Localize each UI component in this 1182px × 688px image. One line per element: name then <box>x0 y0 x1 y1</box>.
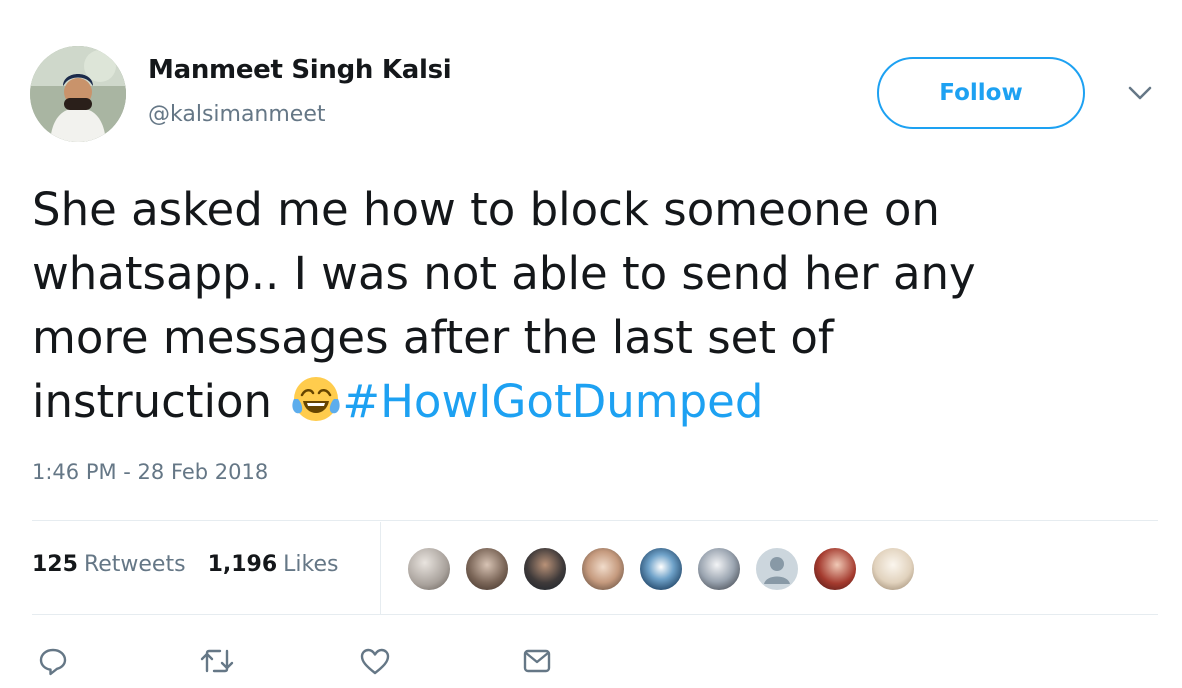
liker-avatar[interactable] <box>638 546 684 592</box>
divider <box>32 614 1158 615</box>
user-avatar[interactable] <box>30 46 126 142</box>
hashtag-link[interactable]: #HowIGotDumped <box>342 375 763 428</box>
default-avatar-icon <box>764 557 790 584</box>
liker-avatar[interactable] <box>812 546 858 592</box>
user-display-name[interactable]: Manmeet Singh Kalsi <box>148 55 452 85</box>
retweet-icon <box>200 649 234 673</box>
tweet-text-line: more messages after the last set of <box>32 311 834 364</box>
liker-avatar[interactable] <box>406 546 452 592</box>
liker-avatar[interactable] <box>464 546 510 592</box>
tweet-text-line: instruction #HowIGotDumped <box>32 370 1142 442</box>
chevron-down-icon <box>1128 86 1152 100</box>
tweet-text: She asked me how to block someone on wha… <box>32 178 1142 442</box>
like-heart-icon <box>360 648 390 675</box>
retweets-stat[interactable]: 125 Retweets <box>32 552 186 577</box>
direct-message-icon <box>523 649 551 673</box>
likes-label: Likes <box>283 552 339 577</box>
like-button[interactable] <box>360 646 390 676</box>
liker-avatar[interactable] <box>696 546 742 592</box>
tweet-text-line: whatsapp.. I was not able to send her an… <box>32 247 976 300</box>
user-handle[interactable]: @kalsimanmeet <box>148 102 326 127</box>
liker-avatar[interactable] <box>870 546 916 592</box>
more-options-button[interactable] <box>1124 82 1156 106</box>
tweet-text-fragment: instruction <box>32 375 287 428</box>
follow-button[interactable]: Follow <box>877 57 1085 129</box>
liker-avatar[interactable] <box>580 546 626 592</box>
liker-avatar[interactable] <box>522 546 568 592</box>
tweet-text-line: She asked me how to block someone on <box>32 183 940 236</box>
reply-button[interactable] <box>38 646 68 676</box>
retweet-button[interactable] <box>200 646 234 676</box>
likes-count: 1,196 <box>207 552 278 577</box>
reply-icon <box>39 648 67 676</box>
retweets-label: Retweets <box>83 552 186 577</box>
engagement-stats: 125 Retweets 1,196 Likes <box>32 552 338 577</box>
likes-stat[interactable]: 1,196 Likes <box>208 552 339 577</box>
retweets-count: 125 <box>32 552 78 577</box>
direct-message-button[interactable] <box>522 646 552 676</box>
divider <box>32 520 1158 521</box>
default-avatar[interactable] <box>754 546 800 592</box>
profile-photo-icon <box>30 46 126 142</box>
tweet-timestamp[interactable]: 1:46 PM - 28 Feb 2018 <box>32 460 268 484</box>
stats-divider <box>380 522 381 614</box>
face-with-tears-of-joy-icon <box>290 373 342 442</box>
